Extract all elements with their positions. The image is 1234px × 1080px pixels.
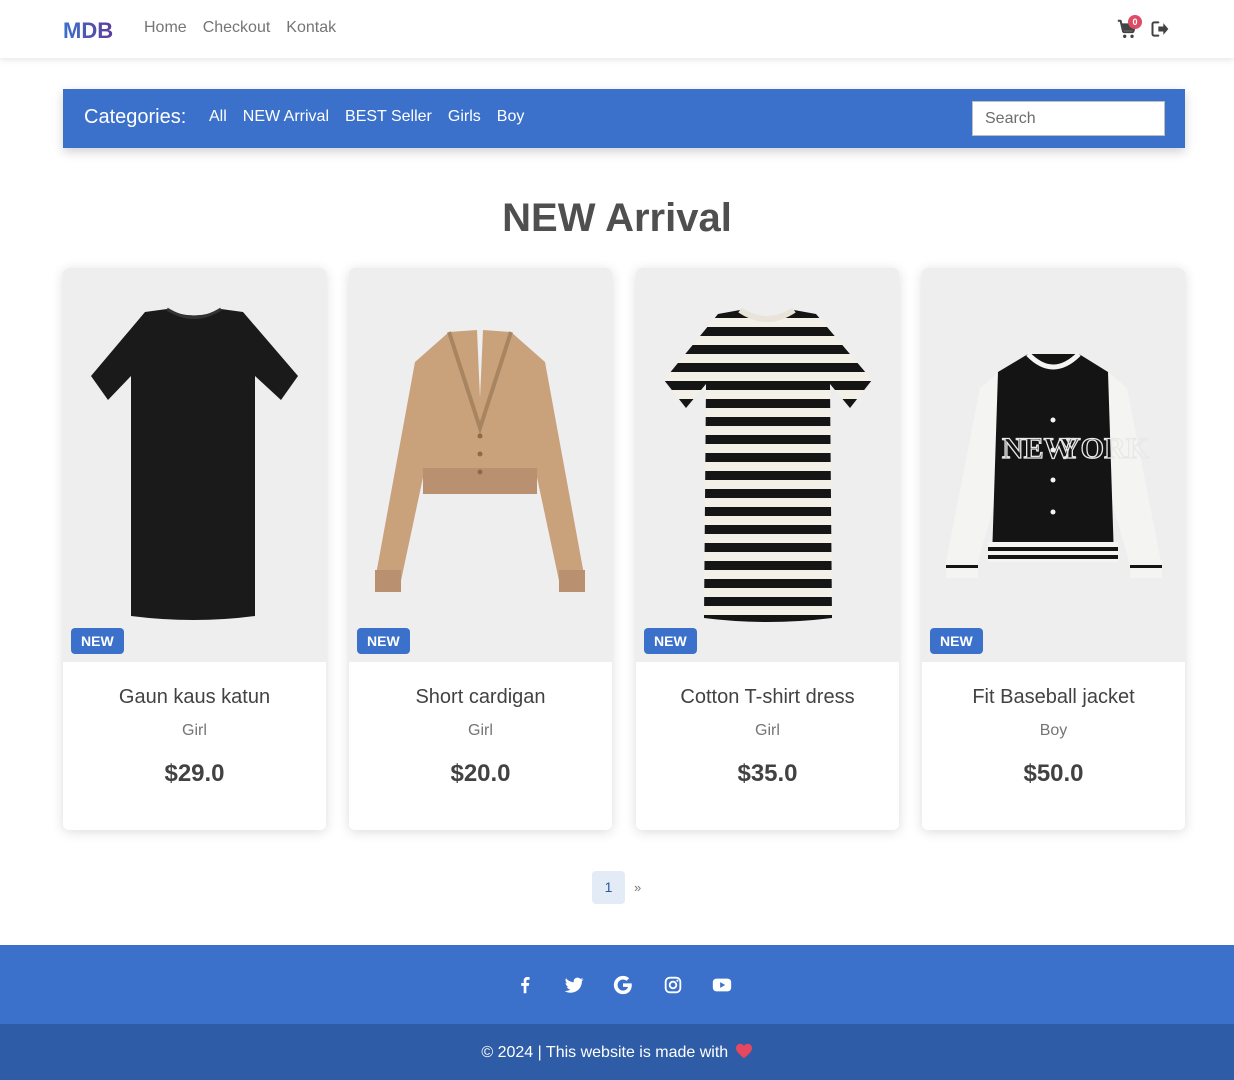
product-image bbox=[63, 268, 326, 662]
nav-kontak[interactable]: Kontak bbox=[286, 19, 336, 37]
sign-out-icon bbox=[1151, 21, 1169, 37]
category-best-seller[interactable]: BEST Seller bbox=[345, 108, 432, 126]
mdb-logo-icon: MDB bbox=[63, 18, 113, 42]
svg-text:MDB: MDB bbox=[63, 18, 113, 42]
categories-title: Categories: bbox=[84, 106, 187, 128]
product-name: Cotton T-shirt dress bbox=[680, 686, 855, 708]
product-price: $50.0 bbox=[1023, 760, 1084, 787]
svg-text:YORK: YORK bbox=[1059, 432, 1150, 465]
product-image bbox=[636, 268, 899, 662]
main-nav: Home Checkout Kontak bbox=[144, 19, 336, 37]
category-new-arrival[interactable]: NEW Arrival bbox=[243, 108, 329, 126]
instagram-icon[interactable] bbox=[662, 974, 684, 996]
product-card[interactable]: NEW YORK NEW Fit Baseball jacket Boy $50… bbox=[922, 268, 1185, 830]
search-input[interactable] bbox=[972, 101, 1165, 136]
facebook-icon[interactable] bbox=[514, 974, 536, 996]
product-image bbox=[349, 268, 612, 662]
nav-home[interactable]: Home bbox=[144, 19, 187, 37]
product-price: $35.0 bbox=[737, 760, 798, 787]
category-all[interactable]: All bbox=[209, 108, 227, 126]
product-card[interactable]: NEW Cotton T-shirt dress Girl $35.0 bbox=[636, 268, 899, 830]
product-name: Fit Baseball jacket bbox=[972, 686, 1135, 708]
copyright-label: © 2024 | This website is made with bbox=[481, 1044, 729, 1061]
category-girls[interactable]: Girls bbox=[448, 108, 481, 126]
product-price: $20.0 bbox=[450, 760, 511, 787]
categories-bar: Categories: All NEW Arrival BEST Seller … bbox=[63, 89, 1185, 148]
heart-icon bbox=[735, 1043, 752, 1059]
cart-count-badge: 0 bbox=[1128, 15, 1142, 29]
logout-button[interactable] bbox=[1150, 19, 1172, 41]
google-icon[interactable] bbox=[612, 974, 634, 996]
new-badge: NEW bbox=[930, 628, 983, 654]
page-1-button[interactable]: 1 bbox=[592, 871, 625, 904]
youtube-icon[interactable] bbox=[711, 974, 733, 996]
top-navbar: MDB Home Checkout Kontak 0 bbox=[0, 0, 1234, 58]
product-name: Gaun kaus katun bbox=[118, 686, 271, 708]
category-links: All NEW Arrival BEST Seller Girls Boy bbox=[209, 108, 524, 126]
new-badge: NEW bbox=[71, 628, 124, 654]
new-badge: NEW bbox=[357, 628, 410, 654]
product-category: Girl bbox=[468, 722, 493, 739]
new-badge: NEW bbox=[644, 628, 697, 654]
product-category: Girl bbox=[755, 722, 780, 739]
brand-logo[interactable]: MDB bbox=[63, 17, 117, 43]
product-category: Boy bbox=[1039, 722, 1068, 739]
product-name: Short cardigan bbox=[415, 686, 546, 708]
page-title: NEW Arrival bbox=[502, 196, 732, 240]
cart-button[interactable]: 0 bbox=[1116, 15, 1142, 42]
nav-checkout[interactable]: Checkout bbox=[203, 19, 271, 37]
category-boy[interactable]: Boy bbox=[497, 108, 525, 126]
product-card[interactable]: NEW Short cardigan Girl $20.0 bbox=[349, 268, 612, 830]
copyright-text: © 2024 | This website is made with bbox=[0, 1043, 1234, 1062]
twitter-icon[interactable] bbox=[563, 974, 585, 996]
product-image: NEW YORK bbox=[922, 268, 1185, 662]
product-category: Girl bbox=[182, 722, 207, 739]
next-page-button[interactable]: » bbox=[634, 880, 641, 895]
product-card[interactable]: NEW Gaun kaus katun Girl $29.0 bbox=[63, 268, 326, 830]
product-price: $29.0 bbox=[164, 760, 225, 787]
